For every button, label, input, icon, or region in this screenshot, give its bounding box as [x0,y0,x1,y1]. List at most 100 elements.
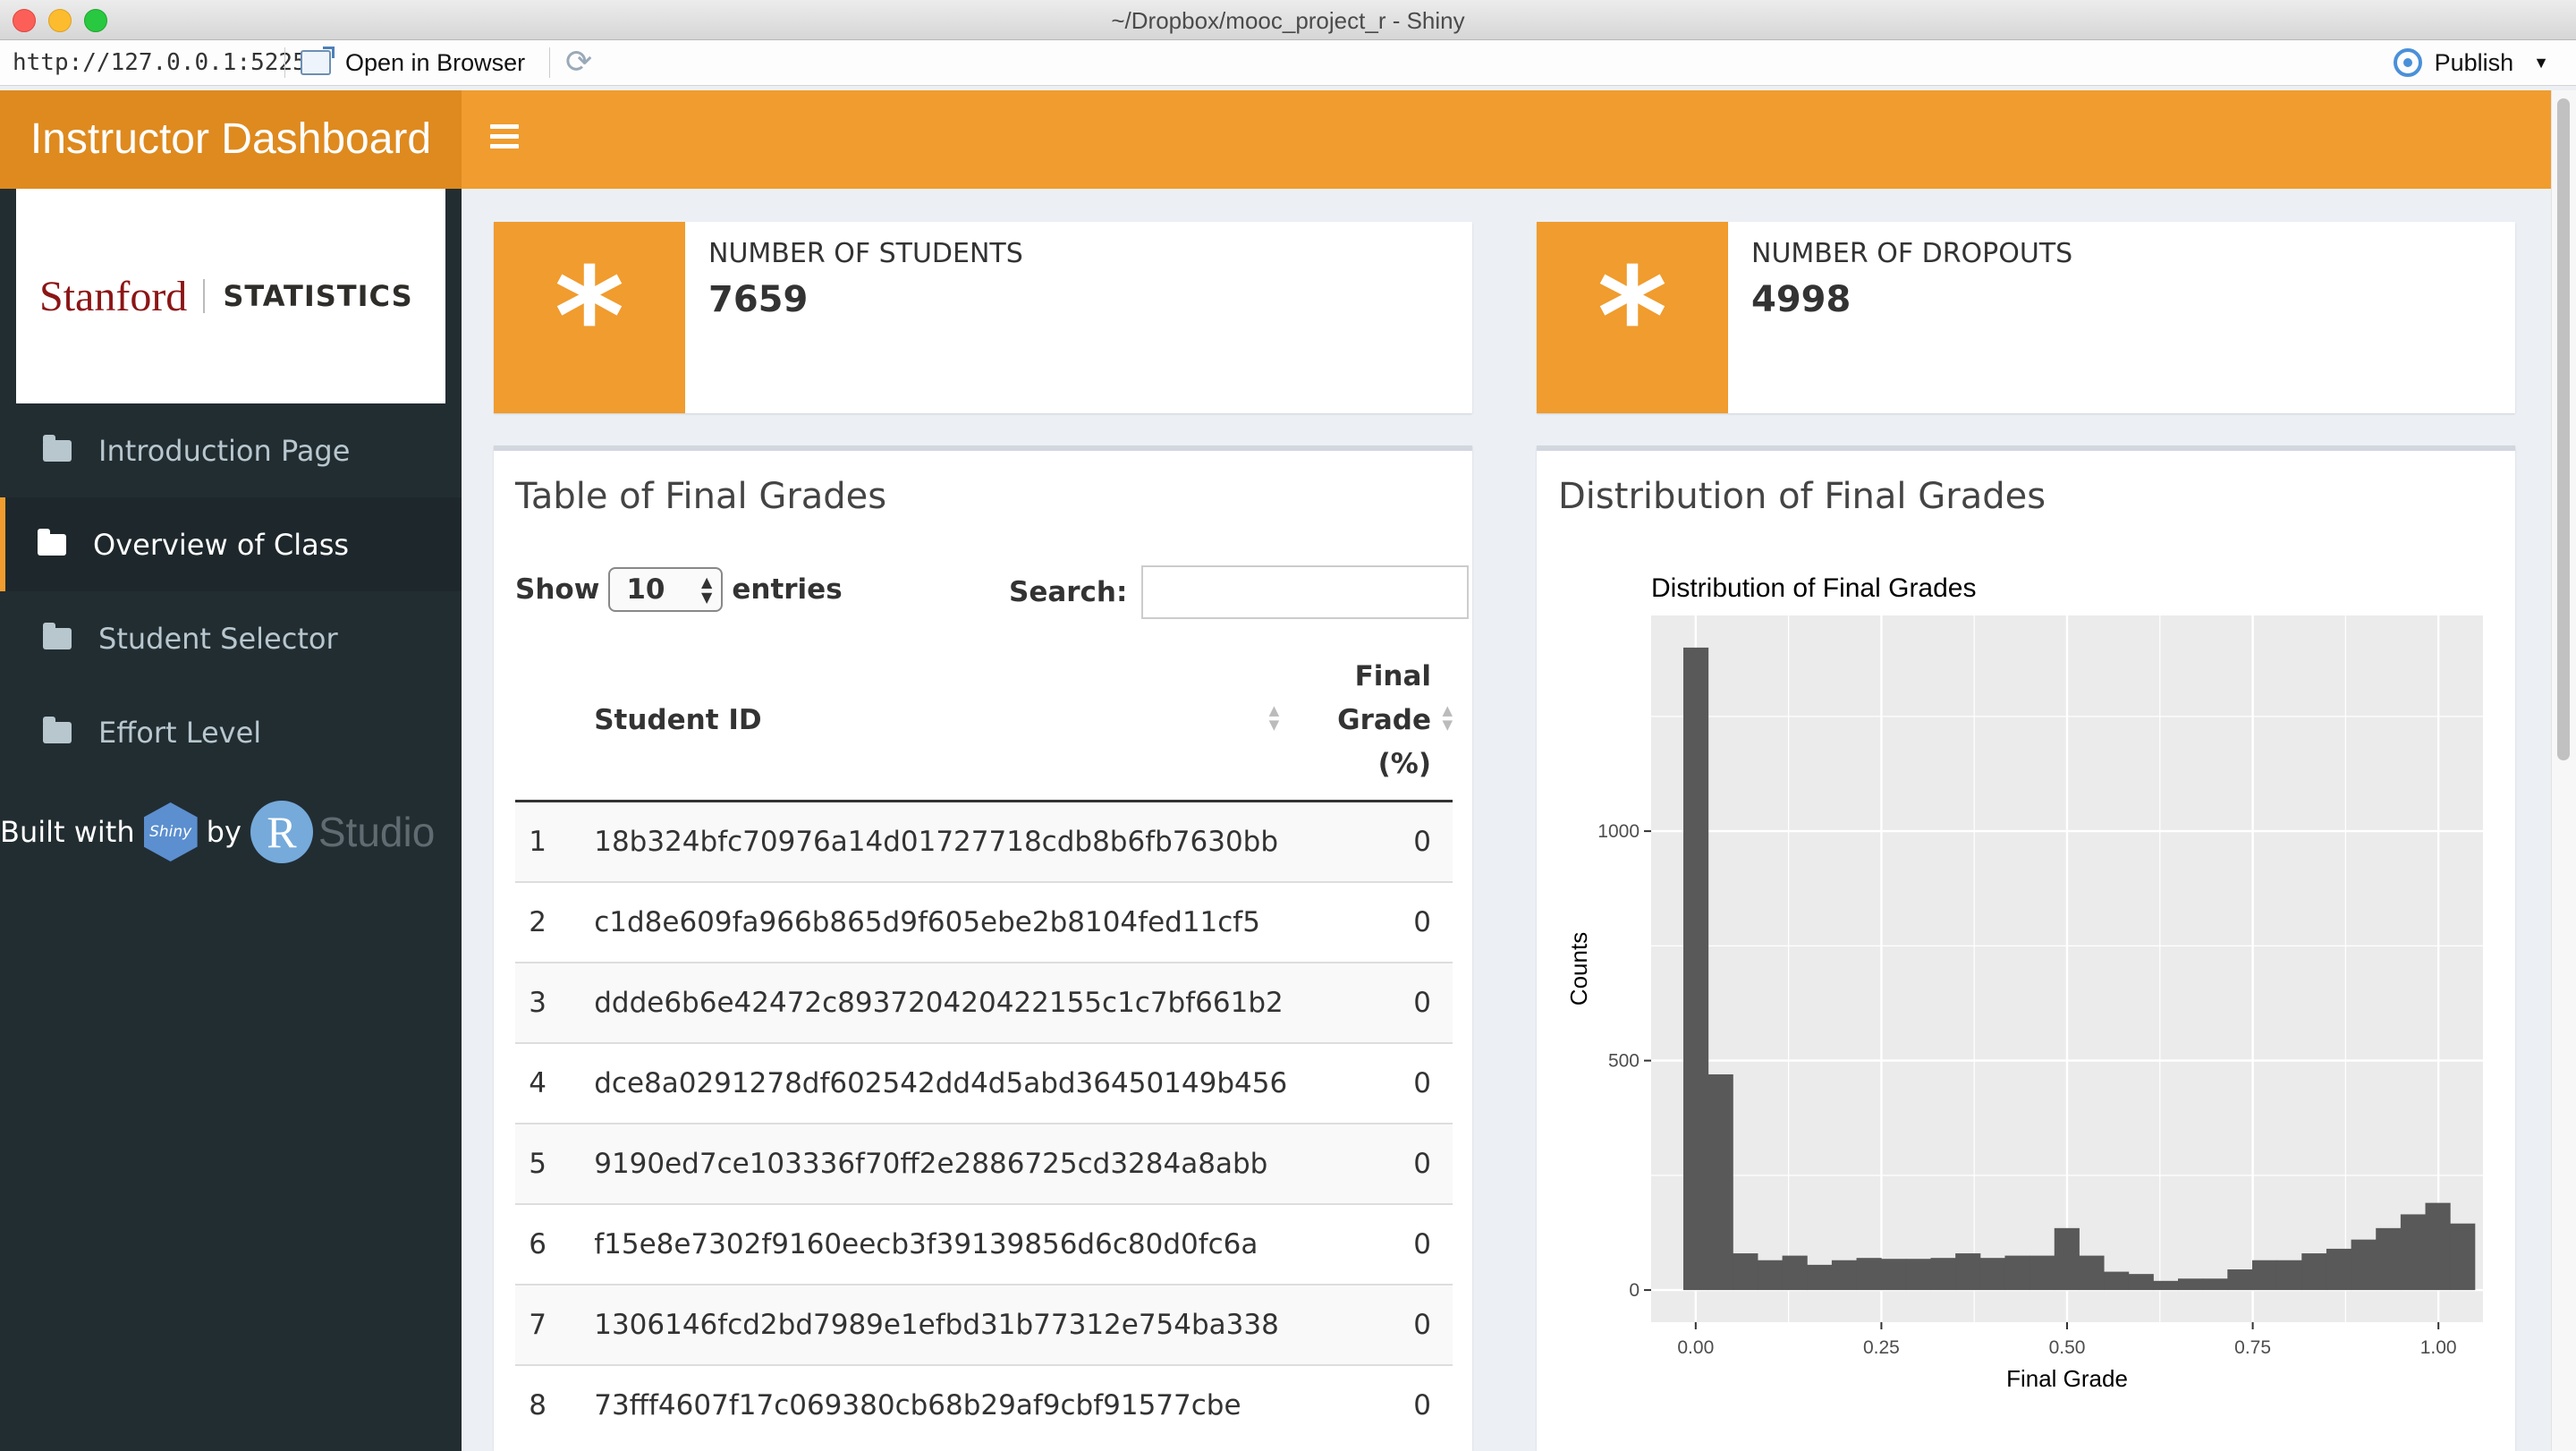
dashboard-title[interactable]: Instructor Dashboard [0,90,462,189]
histogram-bar [2029,1255,2055,1291]
viewer-url[interactable]: http://127.0.0.1:5225 [13,49,307,76]
histogram-bar [2276,1260,2302,1291]
info-box-label: NUMBER OF DROPOUTS [1751,238,2073,269]
row-final-grade: 0 [1288,801,1453,882]
folder-icon [43,434,72,462]
page-length-control: Show 10 ▲ ▼ entries [515,567,843,612]
publish-label: Publish [2434,48,2514,76]
open-in-browser-button[interactable]: Open in Browser [301,47,525,78]
histogram-bar [1930,1258,1956,1291]
histogram-bar [2326,1248,2352,1291]
brand-divider [203,279,206,313]
page-scrollbar-thumb[interactable] [2557,98,2570,760]
toolbar-separator [284,47,285,78]
sidebar-item-label: Effort Level [98,715,262,750]
search-input[interactable] [1141,565,1470,619]
row-index: 4 [515,1042,561,1124]
histogram-bar [2450,1223,2476,1291]
histogram-bar [2104,1271,2130,1291]
studio-label: Studio [318,809,436,855]
x-tick-label: 0.00 [1677,1337,1714,1358]
histogram-bar [1881,1259,1907,1291]
row-student-id: 9190ed7ce103336f70ff2e2886725cd3284a8abb [560,1123,1289,1204]
histogram-bar [2079,1255,2105,1291]
asterisk-icon: * [494,222,685,413]
row-student-id: dce8a0291278df602542dd4d5abd36450149b456 [560,1042,1289,1124]
histogram-bar [1955,1253,1981,1291]
built-with-credit[interactable]: Built with Shiny by R Studio [0,801,435,863]
y-axis-label: Counts [1565,932,1592,1006]
rstudio-logo-icon: R [250,801,313,863]
chart-title: Distribution of Final Grades [1651,573,1977,603]
table-box: Table of Final Grades Show 10 ▲ ▼ entries… [494,445,1472,1451]
row-student-id: f15e8e7302f9160eecb3f39139856d6c80d0fc6a [560,1203,1289,1285]
histogram-bar [2376,1227,2402,1291]
row-final-grade: 0 [1288,1042,1453,1124]
histogram-bar [2425,1202,2451,1291]
toolbar-separator [549,47,550,78]
info-box-value: 7659 [708,279,809,320]
table-box-title: Table of Final Grades [515,476,887,517]
folder-icon [43,622,72,649]
final-grade-header-label: Final [1354,659,1431,692]
index-header [515,641,561,802]
row-index: 8 [515,1364,561,1445]
histogram-bar [1707,1073,1733,1291]
page-length-select[interactable]: 10 ▲ ▼ [608,567,724,612]
table-search: Search: [1009,565,1470,619]
sort-icon[interactable]: ▲ ▼ [1269,703,1280,732]
histogram-bar [1757,1260,1784,1291]
row-student-id: c1d8e609fa966b865d9f605ebe2b8104fed11cf5 [560,881,1289,963]
asterisk-icon: * [1537,222,1728,413]
x-tick-label: 0.25 [1863,1337,1900,1358]
sidebar: Stanford STATISTICS Introduction Page Ov… [0,189,462,1451]
y-tick-label: 500 [1608,1051,1640,1072]
chevron-down-icon[interactable]: ▼ [2533,54,2549,72]
sidebar-item-student-selector[interactable]: Student Selector [0,591,462,685]
x-tick-label: 0.75 [2234,1337,2271,1358]
table-row[interactable]: 3 ddde6b6e42472c893720420422155c1c7bf661b… [515,962,1453,1043]
final-grade-header-label: Grade [1337,703,1431,736]
grades-table: Student ID ▲ ▼ Final Grade (%) ▲ ▼ 1 18b324… [515,641,1453,1445]
histogram-bar [1733,1253,1758,1291]
folder-icon [38,528,66,556]
viewer-toolbar: http://127.0.0.1:5225 Open in Browser ⟳ … [0,40,2576,86]
table-row[interactable]: 2 c1d8e609fa966b865d9f605ebe2b8104fed11cf… [515,881,1453,963]
row-index: 6 [515,1203,561,1285]
sort-icon[interactable]: ▲ ▼ [1442,703,1453,732]
histogram-bar [2128,1274,2154,1291]
histogram-bar [2400,1214,2427,1291]
histogram-bar [2178,1278,2204,1291]
publish-button[interactable]: Publish ▼ [2393,47,2549,78]
info-box-dropouts: * NUMBER OF DROPOUTS 4998 [1537,222,2515,413]
histogram-bar [2251,1260,2278,1291]
row-final-grade: 0 [1288,1364,1453,1445]
histogram-bar [2054,1227,2080,1291]
table-row[interactable]: 6 f15e8e7302f9160eecb3f39139856d6c80d0fc6… [515,1203,1453,1285]
sidebar-item-label: Introduction Page [98,433,351,468]
table-row[interactable]: 4 dce8a0291278df602542dd4d5abd36450149b45… [515,1042,1453,1124]
table-row[interactable]: 5 9190ed7ce103336f70ff2e2886725cd3284a8ab… [515,1123,1453,1204]
row-index: 2 [515,881,561,963]
table-row[interactable]: 1 18b324bfc70976a14d01727718cdb8b6fb7630b… [515,801,1453,882]
histogram-bar [1905,1259,1932,1291]
sidebar-item-effort-level[interactable]: Effort Level [0,685,462,779]
show-label: Show [515,573,600,606]
histogram-bar [2004,1255,2030,1291]
final-grade-header[interactable]: Final Grade (%) ▲ ▼ [1288,641,1453,802]
window-titlebar: ~/Dropbox/mooc_project_r - Shiny [0,0,2576,40]
table-row[interactable]: 8 73fff4607f17c069380cb68b29af9cbf91577cb… [515,1364,1453,1445]
sidebar-toggle-icon[interactable] [490,124,519,155]
table-row[interactable]: 7 1306146fcd2bd7989e1efbd31b77312e754ba33… [515,1284,1453,1365]
sidebar-item-introduction-page[interactable]: Introduction Page [0,403,462,497]
by-label: by [206,815,242,849]
built-with-label: Built with [0,815,135,849]
brand-stanford: Stanford [39,272,188,320]
sidebar-item-overview-of-class[interactable]: Overview of Class [0,497,462,591]
refresh-icon[interactable]: ⟳ [565,46,592,78]
histogram-bar [2153,1280,2179,1291]
student-id-header[interactable]: Student ID ▲ ▼ [560,641,1289,802]
page-length-value: 10 [626,573,665,606]
window-title: ~/Dropbox/mooc_project_r - Shiny [1111,7,1465,34]
open-in-browser-label: Open in Browser [345,48,526,76]
